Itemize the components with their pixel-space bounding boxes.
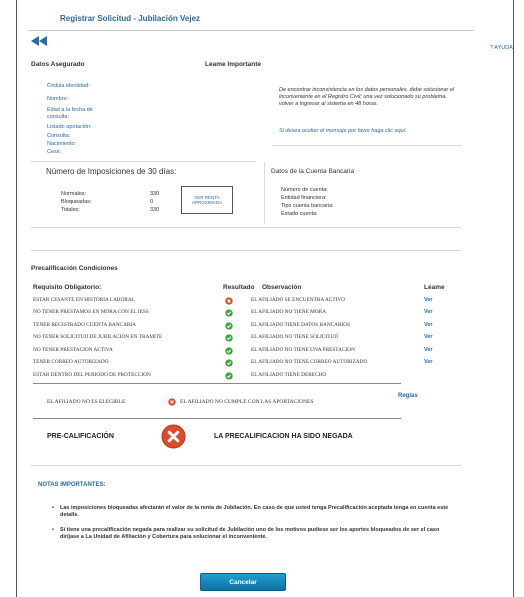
read-more-link[interactable]: Ver [424, 334, 433, 340]
cancel-button[interactable]: Cancelar [200, 573, 286, 591]
insured-section-title: Datos Asegurado [31, 61, 85, 68]
fail-icon [168, 398, 176, 406]
personal-data-notice: De encontrar inconsistencia en los datos… [279, 87, 455, 107]
name-label: Nombre: [47, 96, 69, 102]
contribution-list-label: Listado apotación: [47, 124, 92, 130]
requirement-text: ESTAR DENTRO DEL PERIODO DE PROTECCION [33, 372, 151, 378]
back-arrow-icon[interactable] [30, 36, 48, 46]
check-icon [225, 334, 233, 342]
precalif-top-divider [31, 250, 461, 251]
precalif-section-title: Precalificación Condiciones [31, 265, 118, 272]
financial-entity-label: Entidad financiera: [281, 195, 327, 201]
check-icon [225, 347, 233, 355]
col-leame: Léame [424, 284, 445, 291]
check-icon [225, 359, 233, 367]
cese-label: Cese: [47, 149, 62, 155]
view-rent-button[interactable]: VER RENTA APROXIMADA [181, 186, 233, 214]
help-link[interactable]: ? AYUDA [490, 45, 513, 51]
requirement-text: NO TENER PRESTAMOS EN MORA CON EL IESS [33, 309, 149, 315]
note-item: • Si tiene una precalificación negada pa… [52, 527, 460, 541]
blocked-value: 0 [150, 199, 154, 205]
notes-divider [31, 465, 461, 466]
read-more-link[interactable]: Ver [424, 309, 433, 315]
normal-label: Normales: [61, 191, 87, 197]
requirement-text: NO TENER SOLICITUD DE JUBILACION EN TRAM… [33, 334, 163, 340]
birth-label: Nacimiento: [47, 141, 77, 147]
note-text: Si tiene una precalificación negada para… [60, 527, 440, 540]
table-row: ESTAR CESANTE EN HISTORIA LABORAL EL AFIL… [33, 297, 453, 307]
observation-text: EL AFILIADO NO TIENE SOLICITUD [251, 334, 339, 340]
requirement-text: NO TENER PRESTACION ACTIVA [33, 347, 113, 353]
observation-text: EL AFILIADO NO TIENE MORA [251, 309, 327, 315]
fail-icon [225, 297, 233, 305]
bullet: • [52, 505, 54, 511]
col-resultado: Resultado [223, 284, 255, 291]
table-row: TENER REGISTRADO CUENTA BANCARIA EL AFILI… [33, 322, 453, 332]
age-label: Edad a la fecha de consulta: [47, 107, 93, 120]
observation-text: EL AFILIADO SE ENCUENTRA ACTIVO [251, 297, 345, 303]
total-label: Totales: [61, 207, 80, 213]
requirement-text: ESTAR CESANTE EN HISTORIA LABORAL [33, 297, 135, 303]
normal-value: 330 [150, 191, 160, 197]
requirement-text: TENER REGISTRADO CUENTA BANCARIA [33, 322, 137, 328]
precalification-label: PRE-CALIFICACIÓN [47, 433, 114, 440]
bullet: • [52, 527, 54, 533]
requirement-text: TENER CORREO AUTORIZADO [33, 359, 109, 365]
contributions-title: Número de Imposiciones de 30 días: [46, 167, 177, 176]
observation-text: EL AFILIADO NO TIENE UNA PRESTACION [251, 347, 355, 353]
account-type-label: Tipo cuenta bancaria: [281, 203, 334, 209]
insured-divider [31, 161, 256, 162]
section-separator [264, 162, 265, 224]
read-more-link[interactable]: Ver [424, 297, 433, 303]
bank-section-title: Datos de la Cuenta Bancaria [271, 168, 355, 175]
bank-divider [31, 227, 461, 228]
table-row: NO TENER PRESTACION ACTIVA EL AFILIADO NO… [33, 347, 453, 357]
note-text: Las imposiciones bloqueadas afectarán el… [60, 505, 449, 518]
rules-link[interactable]: Reglas [398, 393, 418, 399]
check-icon [225, 322, 233, 330]
col-requisito: Requisito Obligatorio: [33, 284, 102, 291]
observation-text: EL AFILIADO TIENE DERECHO [251, 372, 327, 378]
read-important-title: Leame Importante [205, 61, 261, 68]
note-item: • Las imposiciones bloqueadas afectarán … [52, 505, 460, 519]
precalification-result: LA PRECALIFICACION HA SIDO NEGADA [214, 433, 353, 440]
eligibility-observation: EL AFILIADO NO CUMPLE CON LAS APORTACION… [180, 399, 314, 405]
notice-divider [272, 145, 462, 146]
notes-title: NOTAS IMPORTANTES: [38, 482, 106, 488]
query-label: Consulta: [47, 133, 71, 139]
check-icon [225, 372, 233, 380]
observation-text: EL AFILIADO NO TIENE CORREO AUTORIZADO [251, 359, 368, 365]
eligibility-divider [33, 418, 401, 419]
hide-notice-link[interactable]: Si desea ocultar el mensaje por favor ha… [279, 128, 407, 134]
requirements-divider [33, 383, 401, 384]
table-row: TENER CORREO AUTORIZADO EL AFILIADO NO TI… [33, 359, 453, 369]
read-more-link[interactable]: Ver [424, 359, 433, 365]
total-value: 330 [150, 207, 160, 213]
blocked-label: Bloqueadas: [61, 199, 92, 205]
id-label: Cédula identidad: [47, 83, 90, 89]
read-more-link[interactable]: Ver [424, 347, 433, 353]
table-row: NO TENER SOLICITUD DE JUBILACION EN TRAM… [33, 334, 453, 344]
account-status-label: Estado cuenta: [281, 211, 318, 217]
col-observacion: Observación [262, 284, 302, 291]
eligibility-status: EL AFILIADO NO ES ELEGIBLE [47, 399, 126, 405]
check-icon [225, 309, 233, 317]
title-divider [28, 30, 474, 31]
denied-icon [161, 424, 186, 449]
observation-text: EL AFILIADO TIENE DATOS BANCARIOS [251, 322, 351, 328]
read-more-link[interactable]: Ver [424, 322, 433, 328]
page-title: Registrar Solicitud - Jubilación Vejez [60, 14, 201, 23]
table-row: NO TENER PRESTAMOS EN MORA CON EL IESS EL… [33, 309, 453, 319]
table-row: ESTAR DENTRO DEL PERIODO DE PROTECCION EL… [33, 372, 453, 382]
account-number-label: Número de cuenta: [281, 187, 328, 193]
